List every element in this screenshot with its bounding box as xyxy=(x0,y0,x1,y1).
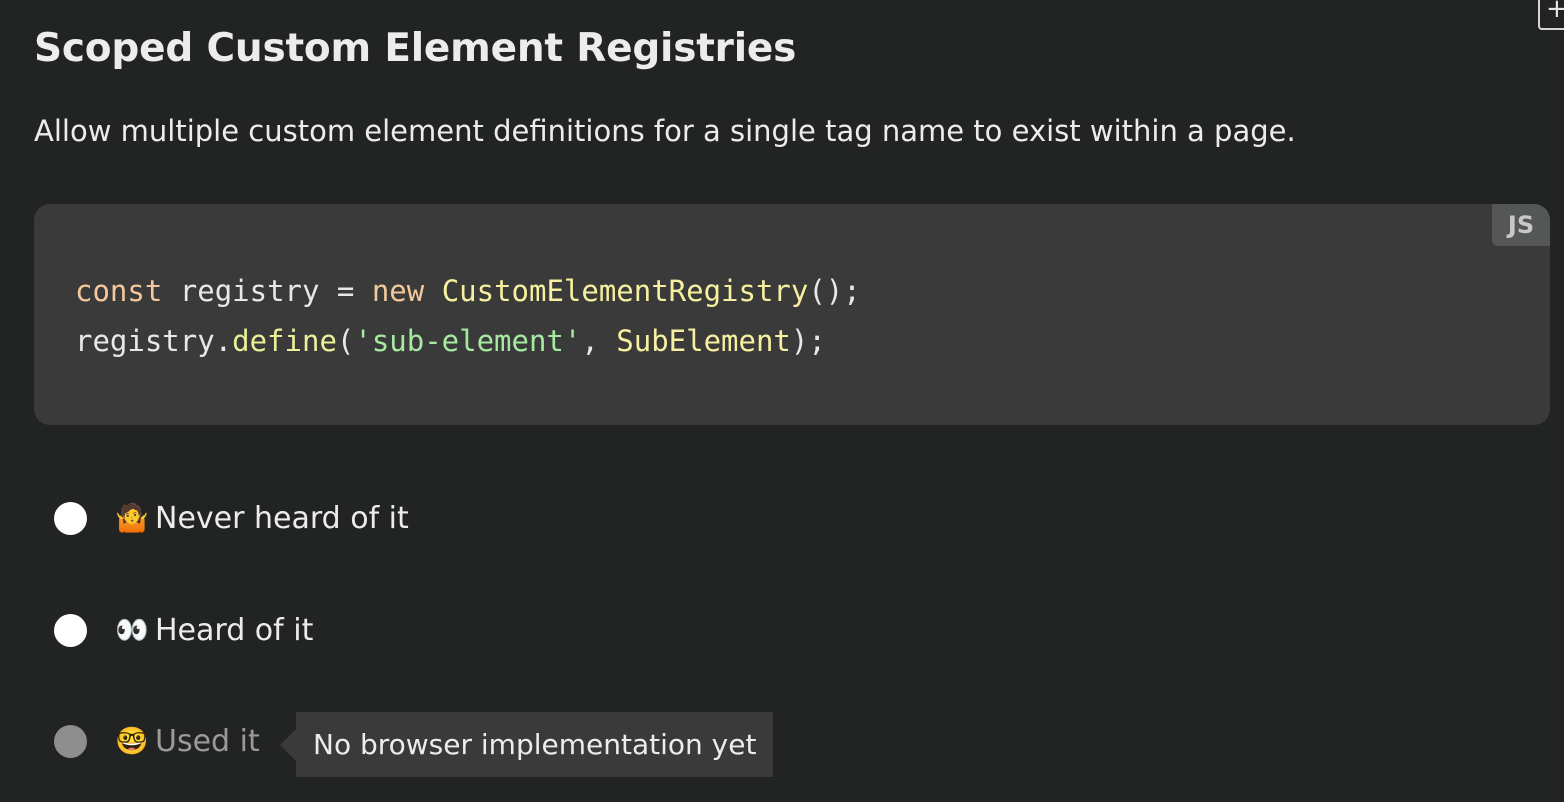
option-label: Heard of it xyxy=(155,612,314,648)
option-label: Never heard of it xyxy=(155,500,409,536)
code-text: ); xyxy=(790,324,826,358)
code-class-name: SubElement xyxy=(616,324,791,358)
code-text: registry = xyxy=(162,274,372,308)
code-keyword: const xyxy=(75,274,163,308)
option-used-it: 🤓 Used it xyxy=(54,721,260,761)
tooltip-no-implementation: No browser implementation yet xyxy=(279,712,774,777)
code-function: define xyxy=(232,324,337,358)
shrug-icon: 🤷 xyxy=(115,503,149,534)
nerd-face-icon: 🤓 xyxy=(115,726,149,757)
language-badge: JS xyxy=(1492,204,1550,246)
code-keyword: new xyxy=(371,274,425,308)
option-never-heard[interactable]: 🤷 Never heard of it xyxy=(54,498,409,538)
feature-description: Allow multiple custom element definition… xyxy=(34,114,1296,148)
code-snippet: const registry = new CustomElementRegist… xyxy=(75,266,861,366)
option-label: Used it xyxy=(155,723,260,759)
code-line: registry.define('sub-element', SubElemen… xyxy=(75,324,826,358)
eyes-icon: 👀 xyxy=(115,615,149,646)
code-class-name: CustomElementRegistry xyxy=(441,274,809,308)
code-text: , xyxy=(581,324,617,358)
code-text: ( xyxy=(336,324,355,358)
feature-survey-page: + Scoped Custom Element Registries Allow… xyxy=(0,0,1564,802)
code-text: (); xyxy=(808,274,861,308)
code-block: JS const registry = new CustomElementReg… xyxy=(34,204,1550,425)
option-heard-of[interactable]: 👀 Heard of it xyxy=(54,610,313,650)
plus-icon[interactable]: + xyxy=(1538,0,1564,30)
radio-used-it xyxy=(54,724,87,758)
code-text: registry. xyxy=(75,324,233,358)
code-string: 'sub-element' xyxy=(354,324,582,358)
radio-never-heard[interactable] xyxy=(54,501,87,535)
radio-heard-of[interactable] xyxy=(54,613,87,647)
code-line: const registry = new CustomElementRegist… xyxy=(75,274,861,308)
feature-title: Scoped Custom Element Registries xyxy=(34,26,797,71)
